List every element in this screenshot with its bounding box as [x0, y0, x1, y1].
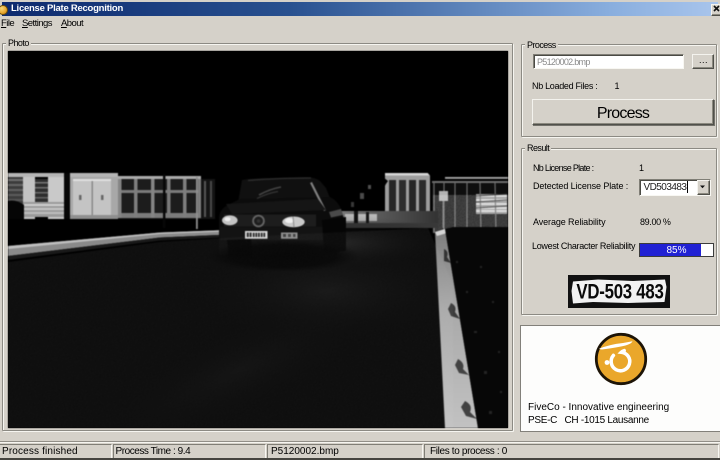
svg-text:VD-503 483: VD-503 483	[576, 281, 663, 304]
